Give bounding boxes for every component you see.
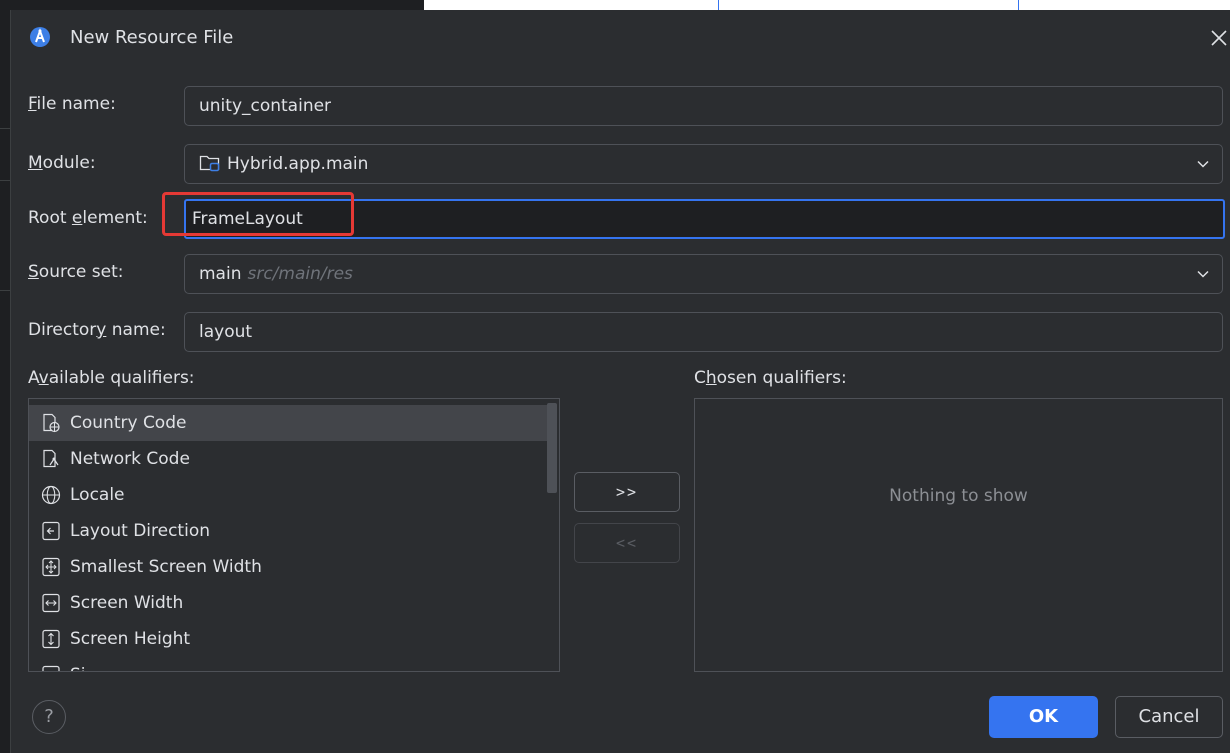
layout-direction-icon xyxy=(42,521,60,541)
screen-height-icon xyxy=(42,629,60,649)
list-scrollbar[interactable] xyxy=(547,403,557,493)
source-set-value: main xyxy=(199,264,242,284)
remove-qualifier-button[interactable]: << xyxy=(574,523,680,563)
source-set-hint: src/main/res xyxy=(247,264,353,284)
directory-name-value: layout xyxy=(199,322,253,342)
list-item[interactable]: Layout Direction xyxy=(29,513,547,549)
chevron-down-icon xyxy=(1197,160,1209,168)
globe-icon xyxy=(41,485,61,505)
new-resource-file-dialog: New Resource File File name: unity_conta… xyxy=(10,10,1230,753)
ok-button[interactable]: OK xyxy=(989,696,1098,738)
add-qualifier-button[interactable]: >> xyxy=(574,472,680,512)
directory-name-label: Directory name: xyxy=(28,320,166,340)
list-item[interactable]: Country Code xyxy=(29,405,547,441)
background-divider xyxy=(0,128,10,129)
module-folder-icon xyxy=(199,155,220,172)
smallest-width-icon xyxy=(42,557,60,577)
cancel-button[interactable]: Cancel xyxy=(1115,696,1223,738)
chevron-down-icon xyxy=(1197,270,1209,278)
background-divider xyxy=(1018,0,1019,10)
root-element-label: Root element: xyxy=(28,208,148,228)
module-select[interactable]: Hybrid.app.main xyxy=(184,144,1223,184)
android-studio-icon xyxy=(30,27,50,47)
file-name-value: unity_container xyxy=(199,96,332,116)
close-icon[interactable] xyxy=(1207,26,1230,50)
dialog-title: New Resource File xyxy=(70,27,234,48)
file-name-label: File name: xyxy=(28,94,116,114)
module-label: Module: xyxy=(28,153,96,173)
network-code-icon xyxy=(43,449,59,468)
empty-state-text: Nothing to show xyxy=(889,486,1028,506)
background-editor-area xyxy=(424,0,1230,10)
file-name-input[interactable]: unity_container xyxy=(184,86,1223,126)
directory-name-input[interactable]: layout xyxy=(184,312,1223,352)
background-ide-strip xyxy=(0,0,1230,10)
screen-width-icon xyxy=(42,593,60,613)
list-item[interactable]: Network Code xyxy=(29,441,547,477)
chosen-qualifiers-label: Chosen qualifiers: xyxy=(694,368,847,388)
help-button[interactable]: ? xyxy=(32,700,66,734)
list-item[interactable]: Screen Width xyxy=(29,585,547,621)
module-value: Hybrid.app.main xyxy=(227,154,369,174)
country-code-icon xyxy=(43,413,60,433)
background-ide-left xyxy=(0,10,10,753)
chosen-qualifiers-list[interactable]: Nothing to show xyxy=(694,398,1223,672)
source-set-select[interactable]: main src/main/res xyxy=(184,254,1223,294)
list-item[interactable]: Si xyxy=(29,657,547,671)
list-item[interactable]: Smallest Screen Width xyxy=(29,549,547,585)
background-divider xyxy=(718,0,719,10)
list-item[interactable]: Screen Height xyxy=(29,621,547,657)
list-item[interactable]: Locale xyxy=(29,477,547,513)
title-bar: New Resource File xyxy=(11,10,1230,64)
source-set-label: Source set: xyxy=(28,262,124,282)
available-qualifiers-label: Available qualifiers: xyxy=(28,368,195,388)
background-divider xyxy=(0,180,10,181)
available-qualifiers-list[interactable]: Country Code Network Code Locale Layout … xyxy=(28,398,560,672)
root-element-value: FrameLayout xyxy=(192,209,303,229)
size-icon xyxy=(42,665,60,671)
root-element-input[interactable]: FrameLayout xyxy=(184,199,1225,239)
background-divider xyxy=(0,290,10,291)
